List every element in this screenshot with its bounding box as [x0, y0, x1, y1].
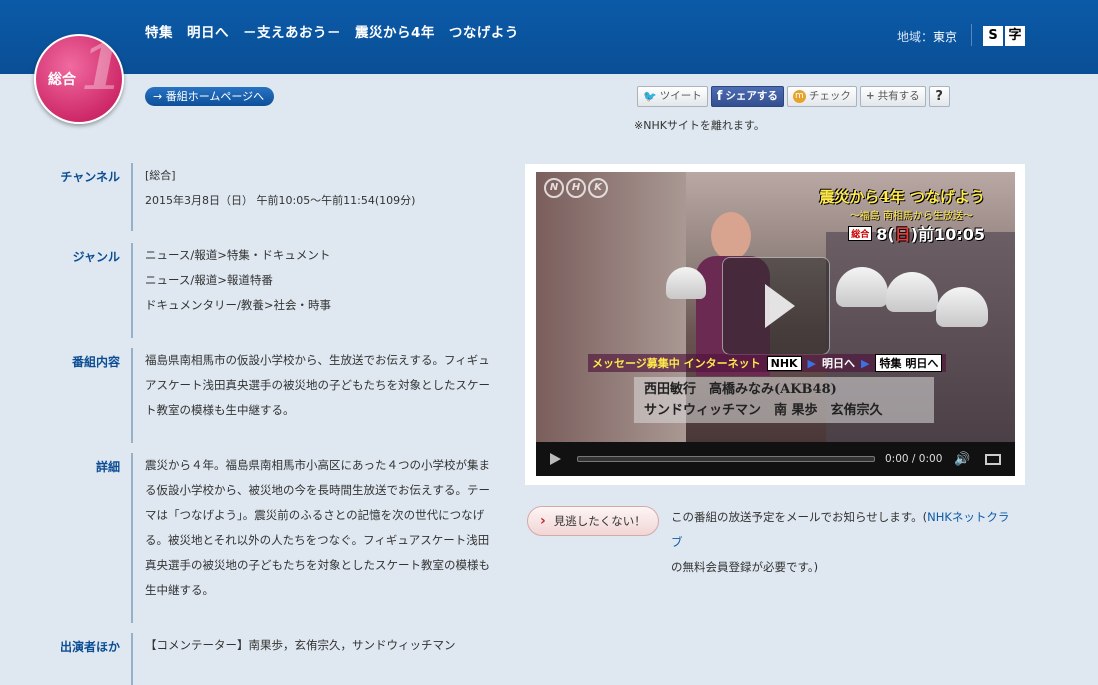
subtitle-button[interactable]: 字 [1005, 26, 1025, 46]
reminder-text-after: の無料会員登録が必要です。) [671, 560, 819, 574]
caption-day: 日 [894, 225, 911, 244]
video-cast-caption: 西田敏行 高橋みなみ(AKB48) サンドウィッチマン 南 果歩 玄侑宗久 [634, 377, 934, 423]
facebook-label: シェアする [725, 90, 778, 102]
detail-line: る仮設小学校から、被災地の今を長時間生放送でお伝えする。テー [145, 483, 490, 497]
mixi-label: チェック [808, 90, 851, 102]
mixi-check-button[interactable]: m チェック [786, 86, 857, 107]
message-nhk: NHK [766, 355, 802, 371]
font-s-button[interactable]: S [983, 26, 1003, 46]
detail-line: 真央選手の被災地の子どもたちを対象としたスケート教室の模様も [145, 558, 490, 572]
program-content: 福島県南相馬市の仮設小学校から、生放送でお伝えする。フィギュ アスケート浅田真央… [145, 348, 490, 423]
program-title: 特集 明日へ －支えあおう－ 震災から4年 つなげよう [145, 25, 519, 41]
reminder-text: この番組の放送予定をメールでお知らせします。(NHKネットクラブ の無料会員登録が… [671, 505, 1016, 580]
play-icon[interactable] [550, 453, 561, 465]
cast-info: 【コメンテーター】南果歩，玄侑宗久，サンドウィッチマン [145, 633, 456, 658]
help-button[interactable]: ? [928, 86, 950, 107]
content-line: ト教室の模様も生中継する。 [145, 403, 295, 417]
genre-item: ドキュメンタリー/教養>社会・時事 [145, 298, 332, 312]
helmet-shape [666, 267, 706, 299]
video-screen[interactable]: N H K 震災から4年 つなげよう ～福島 南相馬から生放送～ 総合 8(日)… [536, 172, 1015, 442]
share-button[interactable]: + 共有する [859, 86, 926, 107]
caption-time: )前10:05 [910, 225, 985, 244]
channel-name: [総合] [145, 169, 176, 182]
volume-icon[interactable]: 🔊 [954, 452, 970, 467]
mixi-icon: m [792, 90, 806, 103]
chevron-right-icon: › [540, 513, 546, 529]
progress-bar[interactable] [577, 456, 875, 462]
section-divider [131, 243, 133, 338]
content-line: 福島県南相馬市の仮設小学校から、生放送でお伝えする。フィギュ [145, 353, 490, 367]
channel-chip: 総合 [848, 225, 873, 241]
genre-item: ニュース/報道>特集・ドキュメント [145, 248, 331, 262]
broadcast-time: 2015年3月8日（日） 午前10:05～午前11:54(109分) [145, 194, 416, 207]
nhk-logo-letter: N [544, 178, 564, 198]
genre-item: ニュース/報道>報道特番 [145, 273, 273, 287]
section-divider [131, 163, 133, 231]
external-site-note: ※NHKサイトを離れます。 [634, 119, 765, 132]
message-ashita: 明日へ [822, 357, 856, 370]
nhk-logo-letter: K [588, 178, 608, 198]
play-overlay-button[interactable] [722, 257, 830, 355]
section-divider [131, 348, 133, 443]
nhk-logo-letter: H [566, 178, 586, 198]
tweet-label: ツイート [659, 90, 702, 102]
message-banner: メッセージ募集中 インターネット NHK ▶ 明日へ ▶ 特集 明日へ [588, 354, 947, 372]
video-caption-time: 総合 8(日)前10:05 [848, 221, 985, 245]
nhk-logo: N H K [544, 178, 608, 198]
share-label: 共有する [877, 90, 920, 102]
channel-info: [総合] 2015年3月8日（日） 午前10:05～午前11:54(109分) [145, 163, 415, 213]
program-detail: 震災から４年。福島県南相馬市小高区にあった４つの小学校が集ま る仮設小学校から、… [145, 453, 490, 603]
video-caption-subtitle: ～福島 南相馬から生放送～ [849, 211, 973, 222]
detail-line: マは「つなげよう」。震災前のふるさとの記憶を次の世代につなげ [145, 508, 485, 522]
cast-heading: 出演者ほか [59, 640, 120, 654]
content-line: アスケート浅田真央選手の被災地の子どもたちを対象としたスケー [145, 378, 490, 392]
time-display: 0:00 / 0:00 [885, 453, 943, 465]
facebook-icon: f [716, 89, 723, 104]
header-divider [971, 24, 972, 46]
detail-line: 生中継する。 [145, 583, 214, 597]
channel-badge: 1 総合 [34, 34, 124, 124]
reminder-button[interactable]: › 見逃したくない！ [527, 506, 659, 536]
plus-icon: + [865, 90, 875, 102]
header-bar: 特集 明日へ －支えあおう－ 震災から4年 つなげよう 地域：東京 S 字 [0, 0, 1098, 74]
content-heading: 番組内容 [71, 355, 120, 369]
channel-heading: チャンネル [60, 170, 120, 184]
facebook-share-button[interactable]: f シェアする [710, 86, 784, 107]
video-controls: 0:00 / 0:00 🔊 [536, 442, 1015, 476]
detail-heading: 詳細 [95, 460, 120, 474]
cast-caption-line: 西田敏行 高橋みなみ(AKB48) [644, 382, 837, 397]
detail-line: る。被災地とそれ以外の人たちをつなぐ。フィギュアスケート浅田 [145, 533, 490, 547]
person-face [711, 212, 751, 260]
section-divider [131, 633, 133, 685]
triangle-right-icon: ▶ [861, 356, 870, 370]
message-lead: メッセージ募集中 インターネット [592, 357, 761, 370]
message-special: 特集 明日へ [875, 354, 943, 372]
caption-date-number: 8( [876, 225, 895, 244]
section-divider [131, 453, 133, 623]
cast-line: 【コメンテーター】南果歩，玄侑宗久，サンドウィッチマン [145, 638, 456, 652]
region-label: 地域： [897, 30, 934, 44]
reminder-label: 見逃したくない！ [553, 514, 646, 528]
video-player: N H K 震災から4年 つなげよう ～福島 南相馬から生放送～ 総合 8(日)… [525, 164, 1025, 485]
triangle-right-icon: ▶ [807, 356, 817, 370]
twitter-bird-icon: 🐦 [643, 90, 657, 103]
video-caption-title: 震災から4年 つなげよう [819, 188, 985, 206]
share-buttons: 🐦 ツイート f シェアする m チェック + 共有する ? [637, 86, 950, 107]
font-size-controls: S 字 [983, 26, 1025, 46]
channel-label: 総合 [48, 72, 76, 88]
fullscreen-icon[interactable] [984, 453, 1001, 465]
channel-number: 1 [80, 34, 124, 105]
region-selector[interactable]: 地域：東京 [897, 28, 957, 45]
reminder-text-before: この番組の放送予定をメールでお知らせします。( [671, 510, 928, 524]
program-homepage-button[interactable]: → 番組ホームページへ [145, 87, 275, 106]
cast-caption-line: サンドウィッチマン 南 果歩 玄侑宗久 [644, 403, 883, 418]
region-value[interactable]: 東京 [933, 30, 957, 44]
genre-list: ニュース/報道>特集・ドキュメント ニュース/報道>報道特番 ドキュメンタリー/… [145, 243, 331, 318]
caption-date: 8(日)前10:05 [876, 221, 985, 245]
genre-heading: ジャンル [72, 250, 120, 264]
detail-line: 震災から４年。福島県南相馬市小高区にあった４つの小学校が集ま [145, 458, 490, 472]
tweet-button[interactable]: 🐦 ツイート [637, 86, 708, 107]
